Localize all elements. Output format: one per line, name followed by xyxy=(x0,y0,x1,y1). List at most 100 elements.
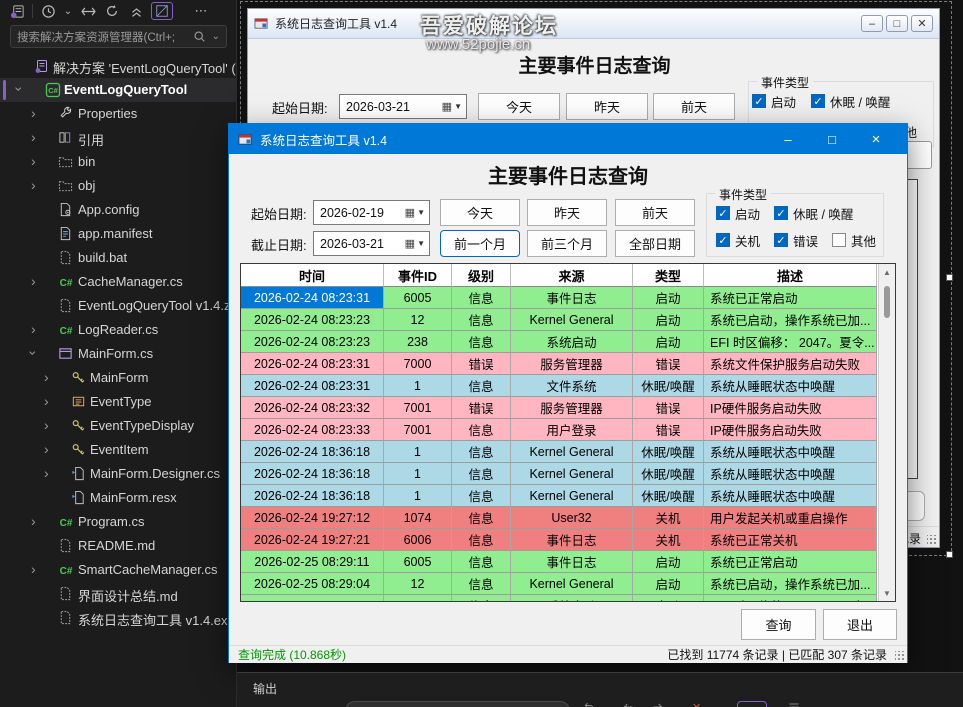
chevron-right-icon[interactable]: › xyxy=(44,441,49,457)
background-form-titlebar[interactable]: 系统日志查询工具 v1.4 – □ ✕ xyxy=(248,9,939,39)
grid-cell[interactable]: 启动 xyxy=(633,573,704,595)
chevron-right-icon[interactable]: › xyxy=(31,561,36,577)
grid-cell[interactable]: 系统文件保护服务启动失败 xyxy=(704,353,877,375)
tree-item[interactable]: ›C#CacheManager.cs xyxy=(0,270,237,294)
start-date-picker[interactable]: 2026-03-21 ▦▼ xyxy=(339,94,467,119)
tree-item[interactable]: ›obj xyxy=(0,174,237,198)
collapse-all-icon[interactable] xyxy=(127,2,145,20)
checkbox-checked-icon[interactable]: ✓ xyxy=(716,206,730,220)
grid-cell[interactable]: 信息 xyxy=(452,375,511,397)
tree-item[interactable]: ›EventType xyxy=(0,390,237,414)
grid-cell[interactable]: 2026-02-24 08:23:31 xyxy=(241,353,384,375)
chevron-right-icon[interactable]: › xyxy=(31,129,36,145)
arrow-right-icon[interactable] xyxy=(652,701,664,707)
grid-cell[interactable]: 系统从睡眠状态中唤醒 xyxy=(704,485,877,507)
preview-toggle-icon[interactable] xyxy=(151,2,173,20)
grid-cell[interactable]: User32 xyxy=(511,507,633,529)
grid-cell[interactable]: 信息 xyxy=(452,529,511,551)
undo-icon[interactable] xyxy=(583,701,595,707)
minimize-button[interactable]: – xyxy=(766,124,810,154)
grid-cell[interactable]: 错误 xyxy=(452,397,511,419)
grid-cell[interactable]: 系统已正常关机 xyxy=(704,529,877,551)
day-before-button[interactable]: 前天 xyxy=(653,93,735,120)
last-month-button[interactable]: 前一个月 xyxy=(440,230,520,257)
grid-cell[interactable]: 系统启动 xyxy=(511,331,633,353)
grid-cell[interactable]: 启动 xyxy=(633,551,704,573)
chevron-right-icon[interactable]: › xyxy=(31,513,36,529)
grid-cell[interactable]: 休眠/唤醒 xyxy=(633,485,704,507)
chevron-right-icon[interactable]: › xyxy=(44,393,49,409)
grid-cell[interactable]: 信息 xyxy=(452,463,511,485)
chevron-right-icon[interactable]: › xyxy=(44,465,49,481)
grid-cell[interactable]: 信息 xyxy=(452,595,511,602)
chevron-right-icon[interactable]: › xyxy=(31,273,36,289)
grid-cell[interactable]: 错误 xyxy=(452,353,511,375)
chevron-right-icon[interactable]: › xyxy=(31,153,36,169)
grid-cell[interactable]: 2026-02-24 08:23:23 xyxy=(241,309,384,331)
grid-cell[interactable]: 2026-02-25 08:29:04 xyxy=(241,595,384,602)
designer-resize-handle-right[interactable] xyxy=(946,274,953,281)
maximize-button[interactable]: □ xyxy=(886,15,908,32)
query-button[interactable]: 查询 xyxy=(741,609,816,640)
grid-cell[interactable]: 服务管理器 xyxy=(511,397,633,419)
grid-cell[interactable]: 2026-02-24 08:23:31 xyxy=(241,375,384,397)
grid-cell[interactable]: 信息 xyxy=(452,551,511,573)
checkbox-2[interactable]: ✓休眠 / 唤醒 xyxy=(774,205,853,221)
close-button[interactable]: ✕ xyxy=(911,15,933,32)
grid-cell[interactable]: 事件日志 xyxy=(511,529,633,551)
grid-cell[interactable]: 信息 xyxy=(452,441,511,463)
grid-cell[interactable]: 系统已启动，操作系统已加... xyxy=(704,573,877,595)
grid-cell[interactable]: 2026-02-24 19:27:12 xyxy=(241,507,384,529)
grid-column-header[interactable]: 级别 xyxy=(452,264,511,287)
grid-cell[interactable]: 启动 xyxy=(633,331,704,353)
grid-cell[interactable]: 2026-02-24 18:36:18 xyxy=(241,441,384,463)
grid-cell[interactable]: 休眠/唤醒 xyxy=(633,375,704,397)
scroll-up-icon[interactable]: ▲ xyxy=(879,264,895,280)
clear-output-icon[interactable]: ✕ xyxy=(692,701,701,707)
checkbox-checked-icon[interactable]: ✓ xyxy=(774,206,788,220)
grid-cell[interactable]: 休眠/唤醒 xyxy=(633,441,704,463)
grid-column-header[interactable]: 描述 xyxy=(704,264,877,287)
grid-column-header[interactable]: 类型 xyxy=(633,264,704,287)
checkbox-4[interactable]: ✓错误 xyxy=(774,232,818,248)
grid-cell[interactable]: 启动 xyxy=(633,595,704,602)
output-panel-title[interactable]: 输出 xyxy=(253,680,277,697)
grid-column-header[interactable]: 时间 xyxy=(241,264,384,287)
grid-cell[interactable]: 1 xyxy=(384,485,452,507)
tree-item[interactable]: ›EventItem xyxy=(0,438,237,462)
close-button[interactable]: × xyxy=(854,124,898,154)
yesterday-button[interactable]: 昨天 xyxy=(566,93,648,120)
grid-cell[interactable]: 信息 xyxy=(452,287,511,309)
refresh-icon[interactable] xyxy=(103,2,121,20)
grid-cell[interactable]: 信息 xyxy=(452,573,511,595)
arrow-left-icon[interactable] xyxy=(622,701,634,707)
grid-cell[interactable]: 信息 xyxy=(452,309,511,331)
list-icon[interactable] xyxy=(788,701,800,707)
grid-column-header[interactable]: 来源 xyxy=(511,264,633,287)
tree-item[interactable]: ›C#SmartCacheManager.cs xyxy=(0,558,237,582)
grid-cell[interactable]: 启动 xyxy=(633,287,704,309)
grid-cell[interactable]: 用户登录 xyxy=(511,419,633,441)
checkbox-checked-icon[interactable]: ✓ xyxy=(811,94,825,108)
tree-item[interactable]: ›C#LogReader.cs xyxy=(0,318,237,342)
tree-item[interactable]: ›C#Program.cs xyxy=(0,510,237,534)
tree-item[interactable]: 系统日志查询工具 v1.4.exe xyxy=(0,606,237,630)
grid-cell[interactable]: 12 xyxy=(384,309,452,331)
chevron-down-icon[interactable]: › xyxy=(11,87,27,92)
solution-home-icon[interactable] xyxy=(8,2,26,20)
tree-item[interactable]: ›MainForm xyxy=(0,366,237,390)
tree-item[interactable]: ›引用 xyxy=(0,126,237,150)
toggle-icon[interactable] xyxy=(737,701,767,707)
grid-cell[interactable]: 启动 xyxy=(633,309,704,331)
grid-cell[interactable]: 休眠/唤醒 xyxy=(633,463,704,485)
checkbox-5[interactable]: 其他 xyxy=(832,232,876,248)
grid-cell[interactable]: 信息 xyxy=(452,331,511,353)
grid-cell[interactable]: 关机 xyxy=(633,507,704,529)
grid-cell[interactable]: 错误 xyxy=(633,353,704,375)
tree-item[interactable]: App.config xyxy=(0,198,237,222)
scroll-down-icon[interactable]: ▼ xyxy=(879,585,895,601)
grid-cell[interactable]: 1 xyxy=(384,375,452,397)
grid-cell[interactable]: 服务管理器 xyxy=(511,353,633,375)
grid-cell[interactable]: 2026-02-24 08:23:33 xyxy=(241,419,384,441)
grid-cell[interactable]: 关机 xyxy=(633,529,704,551)
